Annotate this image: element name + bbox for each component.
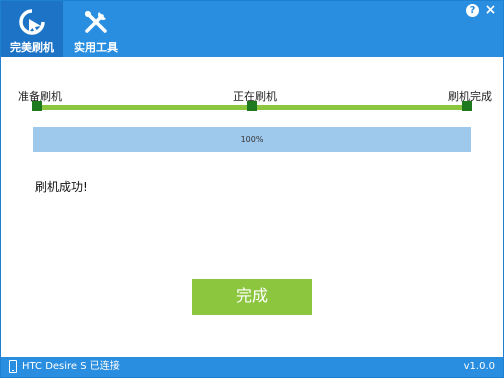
finish-button[interactable]: 完成 — [192, 279, 312, 315]
statusbar: HTC Desire S 已连接 v1.0.0 — [1, 357, 503, 377]
help-button[interactable]: ? — [466, 4, 479, 17]
status-message: 刷机成功! — [35, 180, 88, 194]
refresh-arrow-icon — [19, 9, 45, 35]
tab-label: 完美刷机 — [10, 41, 54, 54]
stage-node-prepare — [32, 101, 42, 111]
titlebar: 完美刷机 实用工具 ? × — [1, 1, 503, 57]
tools-icon — [85, 11, 107, 33]
stage-node-done — [462, 101, 472, 111]
tab-perfect-flash[interactable]: 完美刷机 — [1, 1, 63, 57]
phone-icon — [9, 360, 17, 373]
main-content: 准备刷机 正在刷机 刷机完成 100% 刷机成功! 完成 — [1, 57, 503, 357]
tab-label: 实用工具 — [74, 41, 118, 54]
app-window: 完美刷机 实用工具 ? × 准备刷机 正在刷机 刷机完成 100% 刷机成功! … — [0, 0, 504, 378]
version-label: v1.0.0 — [463, 361, 495, 372]
stage-node-flashing — [247, 101, 257, 111]
device-status: HTC Desire S 已连接 — [22, 361, 120, 372]
progress-bar: 100% — [33, 127, 471, 152]
progress-percent: 100% — [240, 135, 264, 144]
close-button[interactable]: × — [484, 3, 497, 17]
tab-utility-tools[interactable]: 实用工具 — [65, 1, 127, 57]
